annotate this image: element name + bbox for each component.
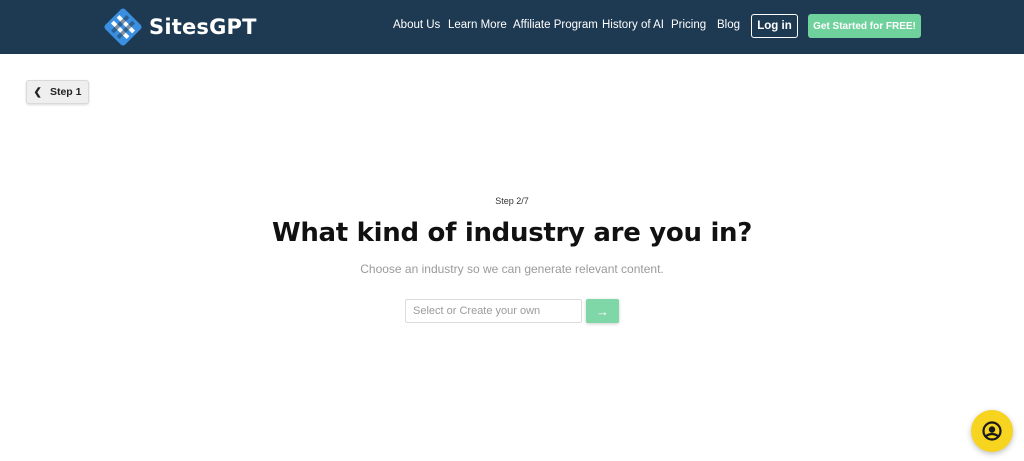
step-indicator: Step 2/7 bbox=[495, 196, 529, 206]
chat-bot-icon bbox=[982, 421, 1002, 441]
nav-link-blog[interactable]: Blog bbox=[717, 19, 740, 31]
page-title: What kind of industry are you in? bbox=[271, 218, 753, 248]
login-button[interactable]: Log in bbox=[751, 14, 798, 38]
back-step-label: Step 1 bbox=[49, 86, 82, 98]
page-subtitle: Choose an industry so we can generate re… bbox=[360, 262, 664, 276]
chat-widget-button[interactable] bbox=[971, 410, 1013, 452]
brand-logo[interactable]: SitesGPT bbox=[103, 7, 257, 47]
nav-link-history-of-ai[interactable]: History of AI bbox=[602, 19, 664, 31]
sitesgpt-logo-icon bbox=[104, 8, 142, 46]
brand-name: SitesGPT bbox=[149, 15, 257, 39]
industry-input[interactable] bbox=[405, 299, 582, 323]
nav-link-affiliate-program[interactable]: Affiliate Program bbox=[513, 19, 598, 31]
nav-link-about-us[interactable]: About Us bbox=[393, 19, 440, 31]
next-step-button[interactable]: → bbox=[586, 299, 619, 323]
chevron-left-icon: ❮ bbox=[33, 86, 42, 98]
nav-link-learn-more[interactable]: Learn More bbox=[448, 19, 507, 31]
nav-link-pricing[interactable]: Pricing bbox=[671, 19, 706, 31]
back-step-button[interactable]: ❮ Step 1 bbox=[26, 80, 89, 104]
arrow-right-icon: → bbox=[596, 303, 609, 319]
get-started-button[interactable]: Get Started for FREE! bbox=[808, 14, 921, 38]
top-navbar: SitesGPT About Us Learn More Affiliate P… bbox=[0, 0, 1024, 54]
